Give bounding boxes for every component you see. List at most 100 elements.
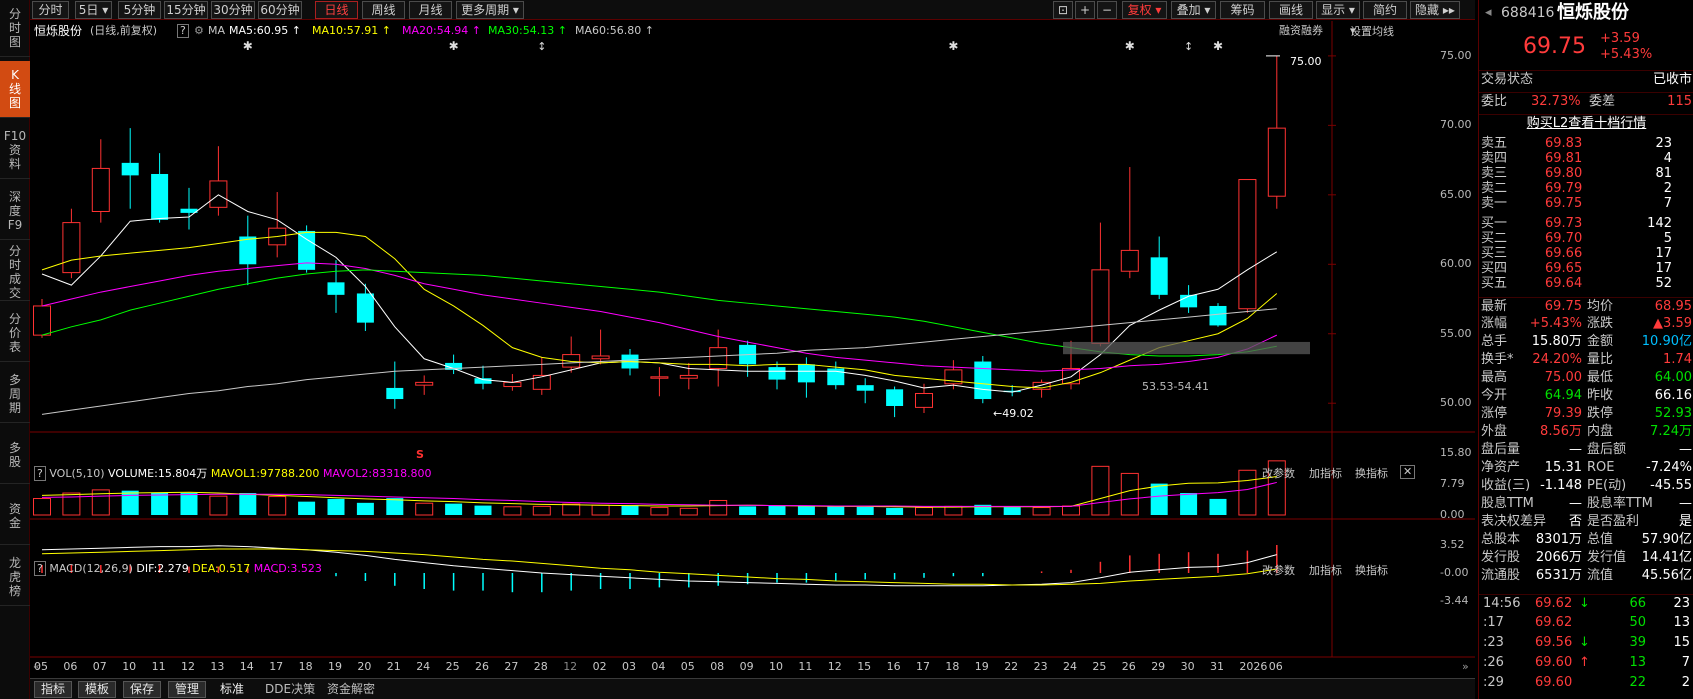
candle-body bbox=[298, 230, 316, 270]
tab-fund-decode[interactable]: 资金解密 bbox=[320, 681, 382, 698]
date-label: 12 bbox=[563, 660, 578, 673]
weibi-label: 委比 bbox=[1481, 94, 1508, 109]
overlay-dropdown[interactable]: 叠加 ▾ bbox=[1171, 1, 1216, 19]
volume-bar bbox=[1032, 507, 1051, 516]
event-arrow-icon[interactable]: ↕ bbox=[1184, 40, 1193, 53]
kline-chart[interactable]: ✱ ✱ ✱ ✱ ✱ ↕ ↕ bbox=[30, 21, 1475, 677]
event-arrow-icon[interactable]: ↕ bbox=[537, 40, 546, 53]
stat-value: -7.24% bbox=[1646, 460, 1692, 475]
tab-template[interactable]: 模板 bbox=[78, 681, 117, 698]
bid-row: 买三 69.66 17 bbox=[1479, 246, 1693, 261]
candle bbox=[62, 208, 81, 279]
ask-volume: 7 bbox=[1663, 196, 1672, 211]
stat-row: 总手 15.80万 金额 10.90亿 bbox=[1479, 333, 1693, 351]
display-dropdown[interactable]: 显示 ▾ bbox=[1316, 1, 1360, 19]
vol-switch-indicator[interactable]: 换指标 bbox=[1355, 465, 1388, 481]
tick-volume: 66 bbox=[1629, 596, 1646, 611]
bid-price: 69.66 bbox=[1545, 246, 1583, 261]
stat-value: 10.90亿 bbox=[1641, 334, 1692, 349]
minus-icon[interactable]: − bbox=[1097, 1, 1117, 19]
simple-button[interactable]: 简约 bbox=[1363, 1, 1407, 19]
stat-value: -1.148 bbox=[1540, 478, 1582, 493]
nav-item-char: 周 bbox=[8, 387, 21, 401]
stat-label: 涨幅 bbox=[1481, 316, 1508, 331]
vol-edit-params[interactable]: 改参数 bbox=[1262, 465, 1295, 481]
period-tab-fenshi[interactable]: 分时 bbox=[32, 1, 69, 19]
period-tab-5min[interactable]: 5分钟 bbox=[118, 1, 161, 19]
nav-item-5[interactable]: 分价表 bbox=[0, 305, 30, 362]
draw-line-button[interactable]: 画线 bbox=[1269, 1, 1313, 19]
nav-item-char: 金 bbox=[8, 516, 21, 530]
tab-indicator[interactable]: 指标 bbox=[34, 681, 73, 698]
nav-item-2[interactable]: F10 资料 bbox=[0, 122, 30, 179]
chips-button[interactable]: 筹码 bbox=[1220, 1, 1265, 19]
scroll-right-icon[interactable]: » bbox=[1462, 660, 1469, 673]
candle bbox=[1238, 179, 1257, 313]
nav-item-7[interactable]: 多股 bbox=[0, 427, 30, 484]
hide-button[interactable]: 隐藏 ▸▸ bbox=[1410, 1, 1460, 19]
ask-volume: 23 bbox=[1655, 136, 1672, 151]
nav-item-char: 资 bbox=[8, 502, 21, 516]
vol-panel-header: ? VOL(5,10) VOLUME:15.804万 MAVOL1:97788.… bbox=[34, 465, 432, 481]
event-star-icon[interactable]: ✱ bbox=[1125, 39, 1135, 53]
period-tab-60min[interactable]: 60分钟 bbox=[258, 1, 302, 19]
lock-icon[interactable]: ⊡ bbox=[1053, 1, 1073, 19]
buy-l2-link[interactable]: 购买L2查看十档行情 bbox=[1479, 115, 1693, 133]
nav-item-3[interactable]: 深度 F9 bbox=[0, 183, 30, 240]
tick-row: :26 69.60 ↑ 13 7 bbox=[1479, 654, 1693, 672]
plus-icon[interactable]: + bbox=[1075, 1, 1095, 19]
macd-edit-params[interactable]: 改参数 bbox=[1262, 562, 1295, 578]
date-label: 25 bbox=[445, 660, 460, 673]
more-periods-dropdown[interactable]: 更多周期 ▾ bbox=[456, 1, 524, 19]
tab-standard[interactable]: 标准 bbox=[213, 681, 251, 698]
event-star-icon[interactable]: ✱ bbox=[948, 39, 958, 53]
candle bbox=[974, 355, 992, 404]
dea-value: DEA:0.517 bbox=[192, 562, 251, 575]
period-tab-daily[interactable]: 日线 bbox=[315, 1, 358, 19]
collapse-icon[interactable]: ◂ bbox=[1485, 4, 1492, 22]
stat-value: 69.75 bbox=[1544, 299, 1582, 314]
nav-item-6[interactable]: 多周期 bbox=[0, 366, 30, 423]
nav-item-9[interactable]: 龙虎榜 bbox=[0, 549, 30, 606]
volume-axis-label: 7.79 bbox=[1440, 477, 1465, 491]
macd-add-indicator[interactable]: 加指标 bbox=[1309, 562, 1342, 578]
tick-price: 69.62 bbox=[1535, 596, 1573, 611]
nav-item-1[interactable]: K线图 bbox=[0, 61, 30, 118]
period-tab-weekly[interactable]: 周线 bbox=[362, 1, 405, 19]
tab-dde[interactable]: DDE决策 bbox=[258, 681, 322, 698]
nav-item-0[interactable]: 分时图 bbox=[0, 0, 30, 57]
vol-help-icon[interactable]: ? bbox=[34, 466, 46, 481]
vol-close-icon[interactable]: ✕ bbox=[1400, 465, 1416, 479]
ask-volume: 2 bbox=[1663, 181, 1672, 196]
event-star-icon[interactable]: ✱ bbox=[449, 39, 459, 53]
macd-switch-indicator[interactable]: 换指标 bbox=[1355, 562, 1388, 578]
date-label: 10 bbox=[122, 660, 137, 673]
macd-help-icon[interactable]: ? bbox=[34, 561, 46, 576]
stat-value: -45.55 bbox=[1650, 478, 1692, 493]
stat-label: 换手* bbox=[1481, 352, 1514, 367]
period-tab-monthly[interactable]: 月线 bbox=[409, 1, 452, 19]
nav-item-4[interactable]: 分时成交 bbox=[0, 244, 30, 301]
volume-bar bbox=[650, 507, 669, 516]
date-label: 05 bbox=[680, 660, 695, 673]
stat-value: 6531万 bbox=[1535, 568, 1582, 583]
scroll-left-icon[interactable]: « bbox=[33, 660, 40, 673]
dif-value: DIF:2.279 bbox=[136, 562, 189, 575]
vol-add-indicator[interactable]: 加指标 bbox=[1309, 465, 1342, 481]
period-tab-15min[interactable]: 15分钟 bbox=[164, 1, 208, 19]
period-tab-30min[interactable]: 30分钟 bbox=[211, 1, 255, 19]
nav-item-8[interactable]: 资金 bbox=[0, 488, 30, 545]
event-star-icon[interactable]: ✱ bbox=[243, 39, 253, 53]
candle-body bbox=[591, 355, 610, 360]
fuquan-dropdown[interactable]: 复权 ▾ bbox=[1122, 1, 1167, 19]
nav-item-char: 多 bbox=[8, 441, 21, 455]
volume-value: VOLUME:15.804万 bbox=[108, 467, 208, 480]
volume-bar bbox=[739, 506, 757, 515]
fuquan-label: 复权 bbox=[1127, 3, 1152, 17]
tab-save[interactable]: 保存 bbox=[123, 681, 162, 698]
date-label: 28 bbox=[533, 660, 548, 673]
ask-volume: 81 bbox=[1655, 166, 1672, 181]
event-star-icon[interactable]: ✱ bbox=[1213, 39, 1223, 53]
period-tab-5day[interactable]: 5日 ▾ bbox=[75, 1, 112, 19]
tab-manage[interactable]: 管理 bbox=[168, 681, 207, 698]
